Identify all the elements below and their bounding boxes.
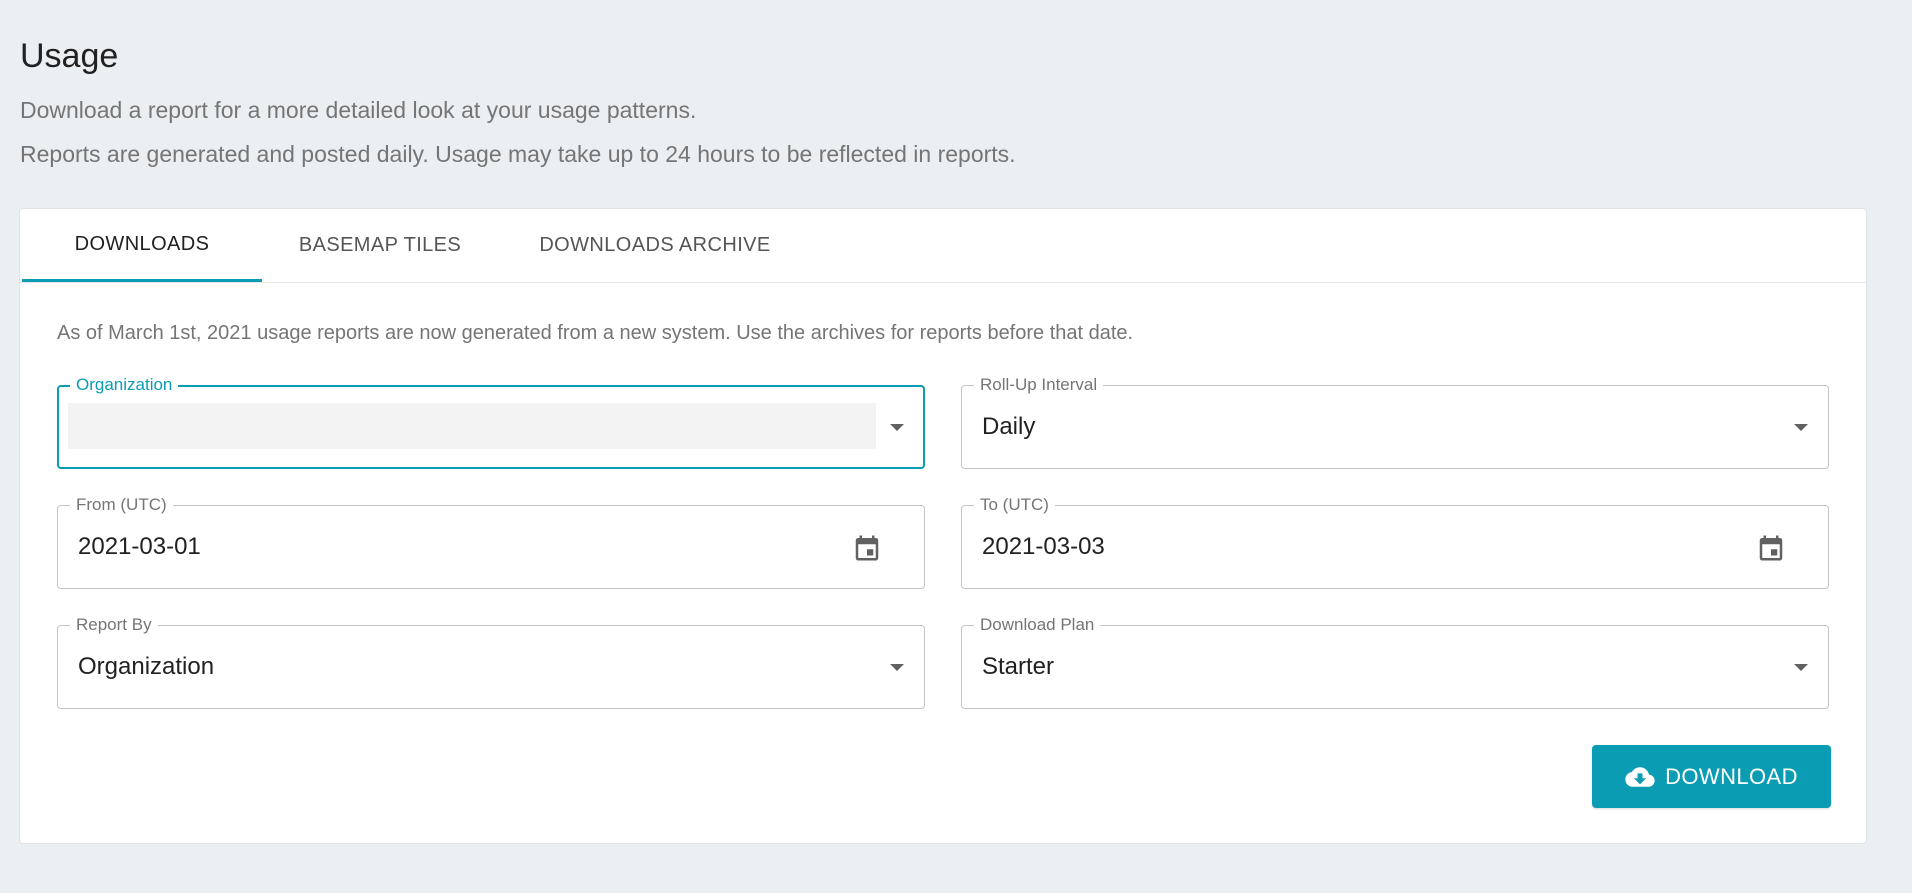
report-by-value: Organization [78, 653, 215, 680]
chevron-down-icon[interactable] [1794, 664, 1808, 671]
page-subtitle-1: Download a report for a more detailed lo… [20, 97, 697, 123]
to-date-field[interactable]: To (UTC) 2021-03-03 [961, 495, 1829, 589]
download-plan-value: Starter [982, 653, 1055, 680]
organization-select[interactable]: Organization [57, 375, 925, 469]
from-date-value: 2021-03-01 [78, 533, 201, 560]
page-subtitle-2: Reports are generated and posted daily. … [20, 141, 1016, 167]
chevron-down-icon[interactable] [890, 424, 904, 431]
from-date-field[interactable]: From (UTC) 2021-03-01 [57, 495, 925, 589]
to-date-value: 2021-03-03 [982, 533, 1105, 560]
report-by-select[interactable]: Report By Organization [57, 615, 925, 709]
organization-input[interactable] [68, 403, 876, 449]
calendar-icon[interactable] [1756, 532, 1786, 564]
tab-downloads-archive[interactable]: DOWNLOADS ARCHIVE [510, 209, 800, 282]
tab-downloads[interactable]: DOWNLOADS [22, 209, 262, 282]
rollup-interval-select[interactable]: Roll-Up Interval Daily [961, 375, 1829, 469]
download-plan-select[interactable]: Download Plan Starter [961, 615, 1829, 709]
calendar-icon[interactable] [852, 532, 882, 564]
tab-basemap-tiles[interactable]: BASEMAP TILES [280, 209, 480, 282]
cloud-download-icon [1625, 766, 1655, 787]
archive-notice: As of March 1st, 2021 usage reports are … [57, 322, 1134, 344]
usage-card: DOWNLOADS BASEMAP TILES DOWNLOADS ARCHIV… [19, 208, 1867, 844]
download-button-label: DOWNLOAD [1665, 763, 1798, 789]
organization-label: Organization [70, 375, 179, 395]
rollup-interval-value: Daily [982, 413, 1036, 440]
page-title: Usage [20, 37, 119, 75]
tab-bar: DOWNLOADS BASEMAP TILES DOWNLOADS ARCHIV… [20, 209, 1866, 283]
chevron-down-icon[interactable] [1794, 424, 1808, 431]
chevron-down-icon[interactable] [890, 664, 904, 671]
download-button[interactable]: DOWNLOAD [1592, 745, 1831, 808]
